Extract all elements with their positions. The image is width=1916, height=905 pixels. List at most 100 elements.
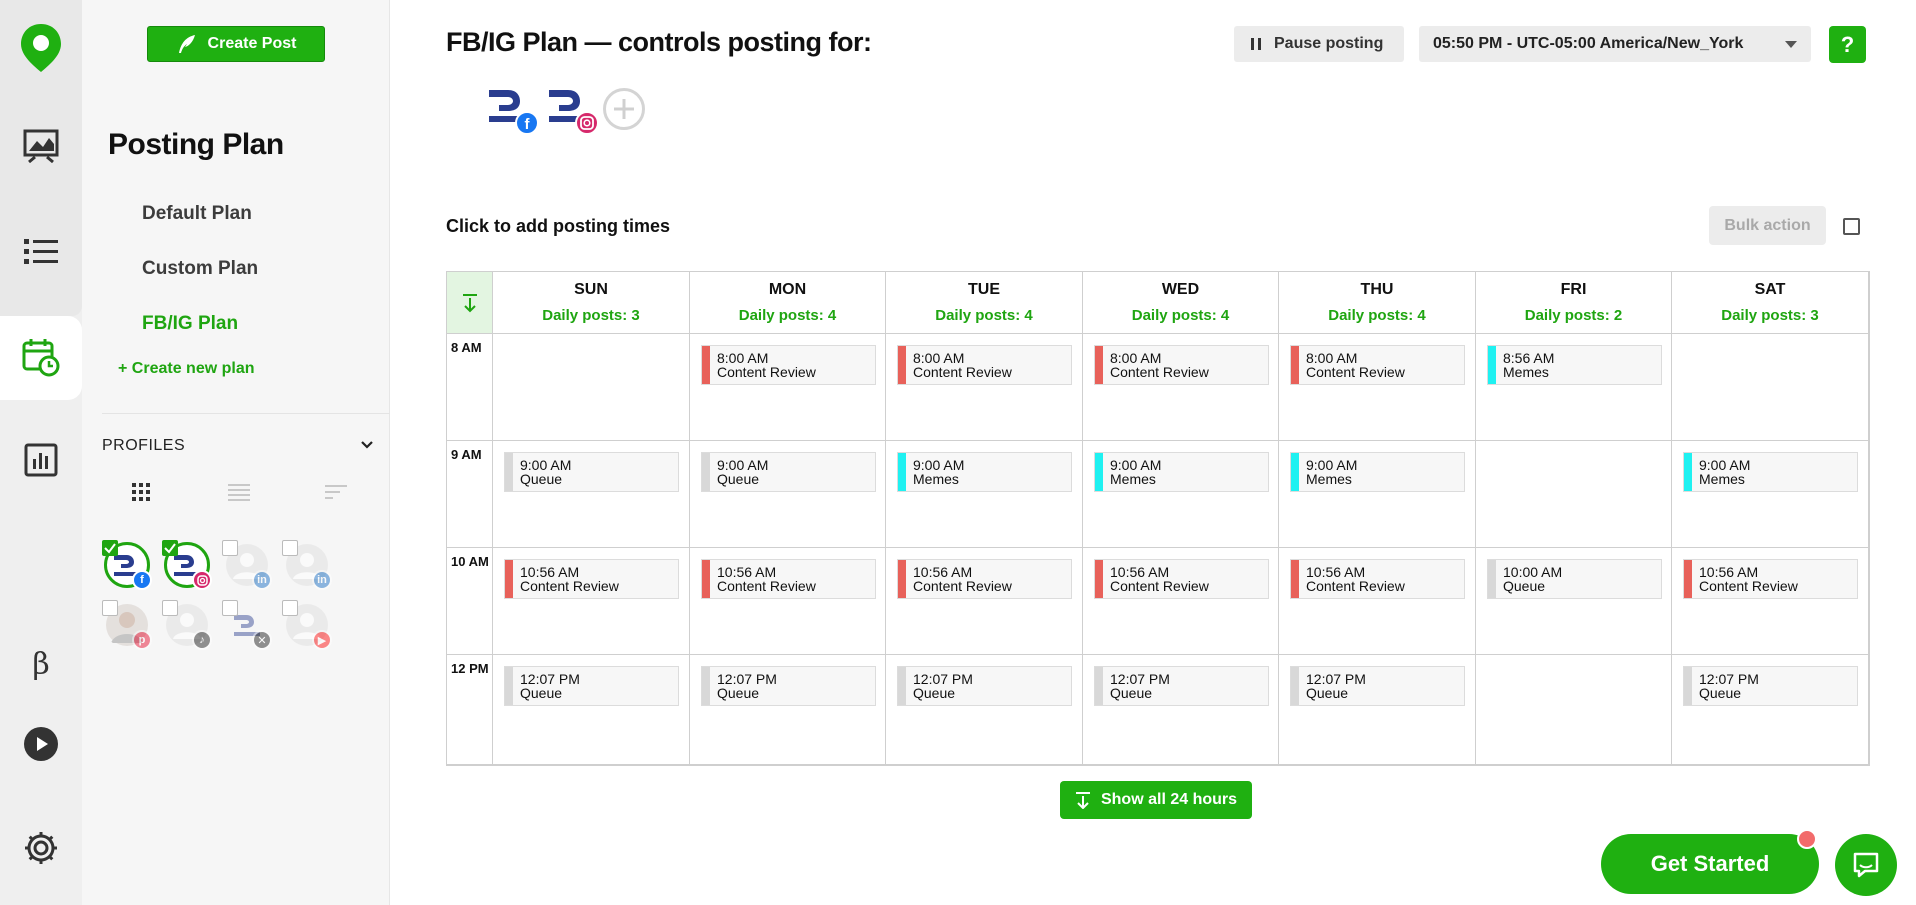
profile-checkbox[interactable]: [282, 540, 298, 556]
time-cell[interactable]: 12:07 PM Queue: [690, 655, 886, 765]
posting-slot[interactable]: 10:56 AM Content Review: [504, 559, 679, 599]
posting-slot[interactable]: 10:56 AM Content Review: [701, 559, 876, 599]
posting-slot[interactable]: 10:56 AM Content Review: [1094, 559, 1269, 599]
time-cell[interactable]: 12:07 PM Queue: [886, 655, 1083, 765]
analytics-image-icon[interactable]: [21, 126, 61, 166]
list-icon[interactable]: [21, 232, 61, 272]
profile-checkbox[interactable]: [222, 540, 238, 556]
show-all-hours-button[interactable]: Show all 24 hours: [1060, 781, 1252, 819]
posting-slot[interactable]: 9:00 AM Memes: [1094, 452, 1269, 492]
day-header-sun[interactable]: SUN Daily posts: 3: [493, 272, 690, 334]
time-cell[interactable]: 8:00 AM Content Review: [886, 334, 1083, 441]
posting-slot[interactable]: 10:56 AM Content Review: [1683, 559, 1858, 599]
posting-slot[interactable]: 12:07 PM Queue: [1683, 666, 1858, 706]
chat-icon[interactable]: [1835, 834, 1897, 896]
time-cell[interactable]: 10:56 AM Content Review: [493, 548, 690, 655]
profile-checkbox[interactable]: [102, 540, 118, 556]
profile-checkbox[interactable]: [162, 540, 178, 556]
time-cell[interactable]: [1476, 441, 1672, 548]
profile-avatar-linkedin-2[interactable]: in: [282, 540, 332, 590]
time-cell[interactable]: 9:00 AM Queue: [690, 441, 886, 548]
profile-checkbox[interactable]: [102, 600, 118, 616]
plan-link-default[interactable]: Default Plan: [142, 203, 252, 225]
posting-slot[interactable]: 10:00 AM Queue: [1487, 559, 1662, 599]
beta-icon[interactable]: β: [21, 644, 61, 684]
plan-link-custom[interactable]: Custom Plan: [142, 258, 258, 280]
time-cell[interactable]: 12:07 PM Queue: [1083, 655, 1279, 765]
time-cell[interactable]: 10:56 AM Content Review: [1083, 548, 1279, 655]
get-started-button[interactable]: Get Started: [1601, 834, 1819, 894]
time-cell[interactable]: 8:56 AM Memes: [1476, 334, 1672, 441]
timezone-select[interactable]: 05:50 PM - UTC-05:00 America/New_York: [1419, 26, 1811, 62]
time-cell[interactable]: [1476, 655, 1672, 765]
select-all-checkbox[interactable]: [1843, 218, 1860, 235]
profile-avatar-youtube[interactable]: ▶: [282, 600, 332, 650]
plan-profile-instagram[interactable]: [546, 84, 599, 136]
plan-profile-facebook[interactable]: f: [486, 84, 539, 136]
settings-icon[interactable]: [21, 828, 61, 868]
posting-slot[interactable]: 12:07 PM Queue: [897, 666, 1072, 706]
time-cell[interactable]: 12:07 PM Queue: [1279, 655, 1476, 765]
profile-avatar-pinterest[interactable]: p: [102, 600, 152, 650]
time-cell[interactable]: [1672, 334, 1869, 441]
sort-icon[interactable]: [325, 482, 347, 507]
posting-slot[interactable]: 10:56 AM Content Review: [897, 559, 1072, 599]
posting-slot[interactable]: 9:00 AM Memes: [897, 452, 1072, 492]
chevron-down-icon[interactable]: [360, 438, 374, 457]
posting-slot[interactable]: 8:00 AM Content Review: [897, 345, 1072, 385]
add-profile-button[interactable]: [603, 88, 645, 130]
posting-slot[interactable]: 8:00 AM Content Review: [701, 345, 876, 385]
play-icon[interactable]: [21, 724, 61, 764]
time-cell[interactable]: 12:07 PM Queue: [1672, 655, 1869, 765]
day-header-mon[interactable]: MON Daily posts: 4: [690, 272, 886, 334]
time-cell[interactable]: 9:00 AM Memes: [1279, 441, 1476, 548]
posting-slot[interactable]: 12:07 PM Queue: [701, 666, 876, 706]
time-cell[interactable]: 10:56 AM Content Review: [690, 548, 886, 655]
day-header-sat[interactable]: SAT Daily posts: 3: [1672, 272, 1869, 334]
day-header-thu[interactable]: THU Daily posts: 4: [1279, 272, 1476, 334]
calendar-clock-icon[interactable]: [21, 337, 61, 377]
profile-avatar-tiktok[interactable]: ♪: [162, 600, 212, 650]
time-cell[interactable]: 8:00 AM Content Review: [690, 334, 886, 441]
profile-checkbox[interactable]: [162, 600, 178, 616]
posting-slot[interactable]: 8:00 AM Content Review: [1094, 345, 1269, 385]
grid-view-icon[interactable]: [131, 482, 151, 507]
day-header-tue[interactable]: TUE Daily posts: 4: [886, 272, 1083, 334]
plan-link-fbig[interactable]: FB/IG Plan: [142, 313, 238, 335]
bulk-action-button[interactable]: Bulk action: [1709, 206, 1826, 245]
posting-slot[interactable]: 12:07 PM Queue: [1290, 666, 1465, 706]
time-cell[interactable]: 8:00 AM Content Review: [1083, 334, 1279, 441]
time-cell[interactable]: 12:07 PM Queue: [493, 655, 690, 765]
profile-avatar-facebook[interactable]: f: [102, 540, 152, 590]
logo-icon[interactable]: [18, 22, 64, 74]
posting-slot[interactable]: 9:00 AM Queue: [504, 452, 679, 492]
time-cell[interactable]: [493, 334, 690, 441]
time-cell[interactable]: 9:00 AM Memes: [886, 441, 1083, 548]
create-post-button[interactable]: Create Post: [147, 26, 325, 62]
time-cell[interactable]: 8:00 AM Content Review: [1279, 334, 1476, 441]
posting-slot[interactable]: 8:00 AM Content Review: [1290, 345, 1465, 385]
profile-avatar-linkedin-1[interactable]: in: [222, 540, 272, 590]
posting-slot[interactable]: 10:56 AM Content Review: [1290, 559, 1465, 599]
posting-slot[interactable]: 9:00 AM Memes: [1683, 452, 1858, 492]
help-button[interactable]: ?: [1829, 26, 1866, 63]
day-header-fri[interactable]: FRI Daily posts: 2: [1476, 272, 1672, 334]
posting-slot[interactable]: 9:00 AM Memes: [1290, 452, 1465, 492]
create-new-plan-link[interactable]: + Create new plan: [118, 360, 255, 378]
time-cell[interactable]: 9:00 AM Queue: [493, 441, 690, 548]
day-header-wed[interactable]: WED Daily posts: 4: [1083, 272, 1279, 334]
pause-posting-button[interactable]: Pause posting: [1234, 26, 1404, 62]
posting-slot[interactable]: 9:00 AM Queue: [701, 452, 876, 492]
time-cell[interactable]: 10:56 AM Content Review: [1279, 548, 1476, 655]
profile-avatar-x[interactable]: ✕: [222, 600, 272, 650]
collapse-hours-icon[interactable]: [447, 272, 493, 334]
bar-chart-icon[interactable]: [21, 440, 61, 480]
time-cell[interactable]: 9:00 AM Memes: [1083, 441, 1279, 548]
posting-slot[interactable]: 8:56 AM Memes: [1487, 345, 1662, 385]
time-cell[interactable]: 10:56 AM Content Review: [1672, 548, 1869, 655]
time-cell[interactable]: 10:00 AM Queue: [1476, 548, 1672, 655]
posting-slot[interactable]: 12:07 PM Queue: [1094, 666, 1269, 706]
list-view-icon[interactable]: [228, 482, 250, 507]
profile-checkbox[interactable]: [222, 600, 238, 616]
time-cell[interactable]: 9:00 AM Memes: [1672, 441, 1869, 548]
